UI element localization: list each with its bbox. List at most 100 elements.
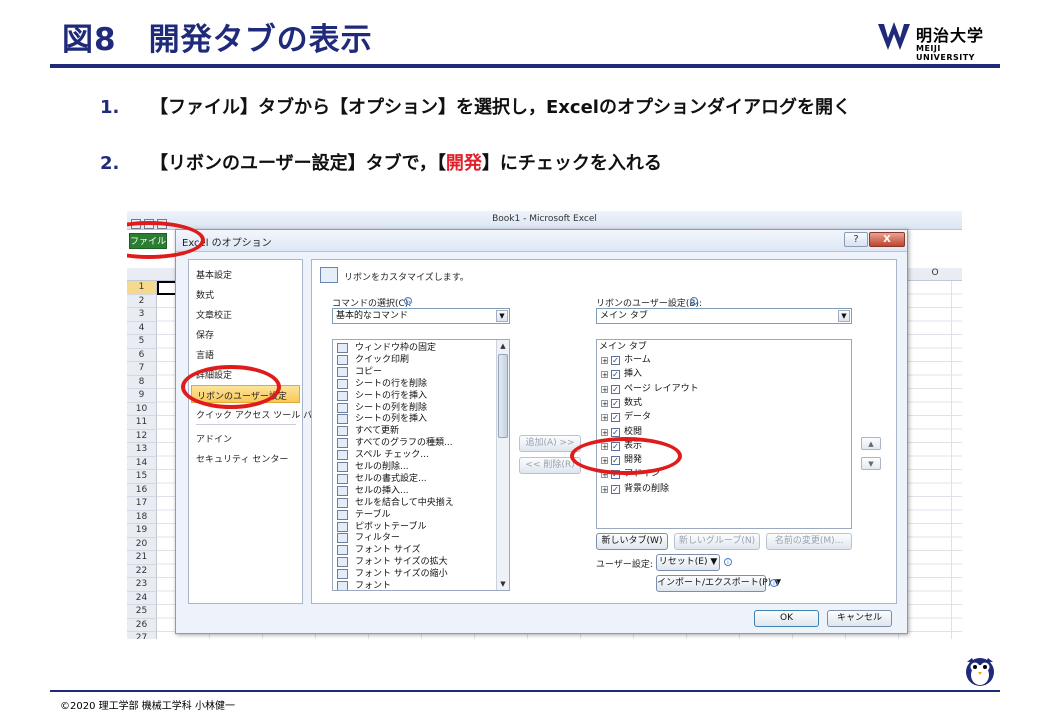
checkbox[interactable]: ✓ (611, 441, 620, 451)
row-number[interactable]: 13 (127, 443, 157, 457)
command-item[interactable]: テーブル (333, 509, 493, 521)
ribbon-tab-item[interactable]: + ✓ 表示 (597, 440, 797, 453)
row-number[interactable]: 24 (127, 591, 157, 605)
row-number[interactable]: 25 (127, 605, 157, 619)
commands-list[interactable]: フォント フォント サイズの縮小 フォント サイズの拡大 フォント サイズ フィルターピ… (332, 339, 510, 591)
move-down-button[interactable]: ▼ (861, 457, 881, 470)
row-number[interactable]: 5 (127, 335, 157, 349)
reset-button[interactable]: リセット(E) ▼ (656, 554, 720, 571)
nav-item-language[interactable]: 言語 (196, 348, 214, 361)
ribbon-tab-item[interactable]: + ✓ 挿入 (597, 368, 797, 381)
ribbon-tab-item[interactable]: + ✓ アドイン (597, 468, 797, 481)
import-export-button[interactable]: インポート/エクスポート(P) ▼ (656, 575, 781, 592)
ribbon-tab-item[interactable]: + ✓ 開発 (597, 454, 797, 467)
help-button[interactable]: ? (844, 232, 868, 247)
command-item[interactable]: セルの削除... (333, 461, 493, 473)
checkbox[interactable]: ✓ (611, 484, 620, 494)
nav-item-general[interactable]: 基本設定 (196, 268, 232, 281)
nav-item-quick-access-toolbar[interactable]: クイック アクセス ツール バー (196, 408, 321, 421)
command-item[interactable]: セルを結合して中央揃え (333, 497, 493, 509)
expand-icon[interactable]: + (601, 414, 608, 422)
row-number[interactable]: 9 (127, 389, 157, 403)
row-number[interactable]: 12 (127, 429, 157, 443)
nav-item-save[interactable]: 保存 (196, 328, 214, 341)
expand-icon[interactable]: + (601, 385, 608, 393)
new-group-button[interactable]: 新しいグループ(N) (674, 533, 760, 550)
command-item[interactable]: クイック印刷 (333, 354, 493, 366)
cancel-button[interactable]: キャンセル (827, 610, 892, 627)
command-item[interactable]: ウィンドウ枠の固定 (333, 342, 493, 354)
nav-item-addins[interactable]: アドイン (196, 432, 232, 445)
command-item[interactable]: ピボットテーブル (333, 521, 493, 533)
row-number[interactable]: 14 (127, 456, 157, 470)
command-item[interactable]: フィルター (333, 532, 493, 544)
row-number[interactable]: 19 (127, 524, 157, 538)
ribbon-tab-item[interactable]: + ✓ ホーム (597, 354, 797, 367)
row-number[interactable]: 11 (127, 416, 157, 430)
row-number[interactable]: 4 (127, 321, 157, 335)
command-item[interactable]: フォント サイズの縮小 (333, 568, 493, 580)
row-number[interactable]: 10 (127, 402, 157, 416)
expand-icon[interactable]: + (601, 471, 608, 479)
ribbon-tab-item[interactable]: + ✓ 校閲 (597, 426, 797, 439)
ribbon-tab-item[interactable]: + ✓ 背景の削除 (597, 483, 797, 496)
command-item[interactable]: すべてのグラフの種類... (333, 437, 493, 449)
nav-item-proofing[interactable]: 文章校正 (196, 308, 232, 321)
nav-item-customize-ribbon[interactable]: リボンのユーザー設定 (191, 385, 300, 403)
checkbox[interactable]: ✓ (611, 370, 620, 380)
row-number[interactable]: 18 (127, 510, 157, 524)
move-up-button[interactable]: ▲ (861, 437, 881, 450)
scroll-thumb[interactable] (498, 354, 508, 438)
row-number[interactable]: 20 (127, 537, 157, 551)
checkbox[interactable]: ✓ (611, 384, 620, 394)
row-number[interactable]: 17 (127, 497, 157, 511)
command-item[interactable]: スペル チェック... (333, 449, 493, 461)
chevron-down-icon[interactable]: ▼ (838, 310, 850, 322)
command-item[interactable]: フォント サイズの拡大 (333, 556, 493, 568)
row-number[interactable]: 15 (127, 470, 157, 484)
expand-icon[interactable]: + (601, 371, 608, 379)
row-number[interactable]: 1 (127, 281, 157, 295)
ribbon-tab-item[interactable]: + ✓ 数式 (597, 397, 797, 410)
row-number[interactable]: 8 (127, 375, 157, 389)
scroll-up-icon[interactable]: ▲ (497, 340, 509, 352)
command-item[interactable]: セルの書式設定... (333, 473, 493, 485)
expand-icon[interactable]: + (601, 457, 608, 465)
command-item[interactable]: シートの行を削除 (333, 378, 493, 390)
checkbox[interactable]: ✓ (611, 456, 620, 466)
command-item[interactable]: シートの列を削除 (333, 402, 493, 414)
expand-icon[interactable]: + (601, 428, 608, 436)
ribbon-tabs-tree[interactable]: メイン タブ + ✓ ホーム + ✓ 挿入 + ✓ ページ レイアウト + ✓ 数式 + ✓ データ + ✓ 校閲… (596, 339, 852, 529)
row-number[interactable]: 3 (127, 308, 157, 322)
row-number[interactable]: 7 (127, 362, 157, 376)
expand-icon[interactable]: + (601, 485, 608, 493)
rename-button[interactable]: 名前の変更(M)... (766, 533, 852, 550)
ribbon-tab-item[interactable]: + ✓ ページ レイアウト (597, 383, 797, 396)
commands-dropdown[interactable]: 基本的なコマンド ▼ (332, 308, 510, 324)
ok-button[interactable]: OK (754, 610, 819, 627)
expand-icon[interactable]: + (601, 399, 608, 407)
add-button[interactable]: 追加(A) >> (519, 435, 581, 452)
row-number[interactable]: 22 (127, 564, 157, 578)
command-item[interactable]: フォント サイズ (333, 544, 493, 556)
info-icon[interactable]: i (770, 579, 778, 587)
scroll-down-icon[interactable]: ▼ (497, 578, 509, 590)
checkbox[interactable]: ✓ (611, 427, 620, 437)
row-number[interactable]: 16 (127, 483, 157, 497)
ribbon-tab-item[interactable]: + ✓ データ (597, 411, 797, 424)
row-number[interactable]: 26 (127, 618, 157, 632)
row-number[interactable]: 2 (127, 294, 157, 308)
info-icon[interactable]: i (404, 297, 412, 305)
nav-item-formulas[interactable]: 数式 (196, 288, 214, 301)
checkbox[interactable]: ✓ (611, 470, 620, 480)
expand-icon[interactable]: + (601, 357, 608, 365)
command-item[interactable]: フォント (333, 580, 493, 590)
command-item[interactable]: セルの挿入... (333, 485, 493, 497)
checkbox[interactable]: ✓ (611, 356, 620, 365)
command-item[interactable]: シートの行を挿入 (333, 390, 493, 402)
file-tab[interactable]: ファイル (129, 233, 167, 249)
row-number[interactable]: 21 (127, 551, 157, 565)
command-item[interactable]: すべて更新 (333, 425, 493, 437)
nav-item-trust-center[interactable]: セキュリティ センター (196, 452, 288, 465)
chevron-down-icon[interactable]: ▼ (496, 310, 508, 322)
